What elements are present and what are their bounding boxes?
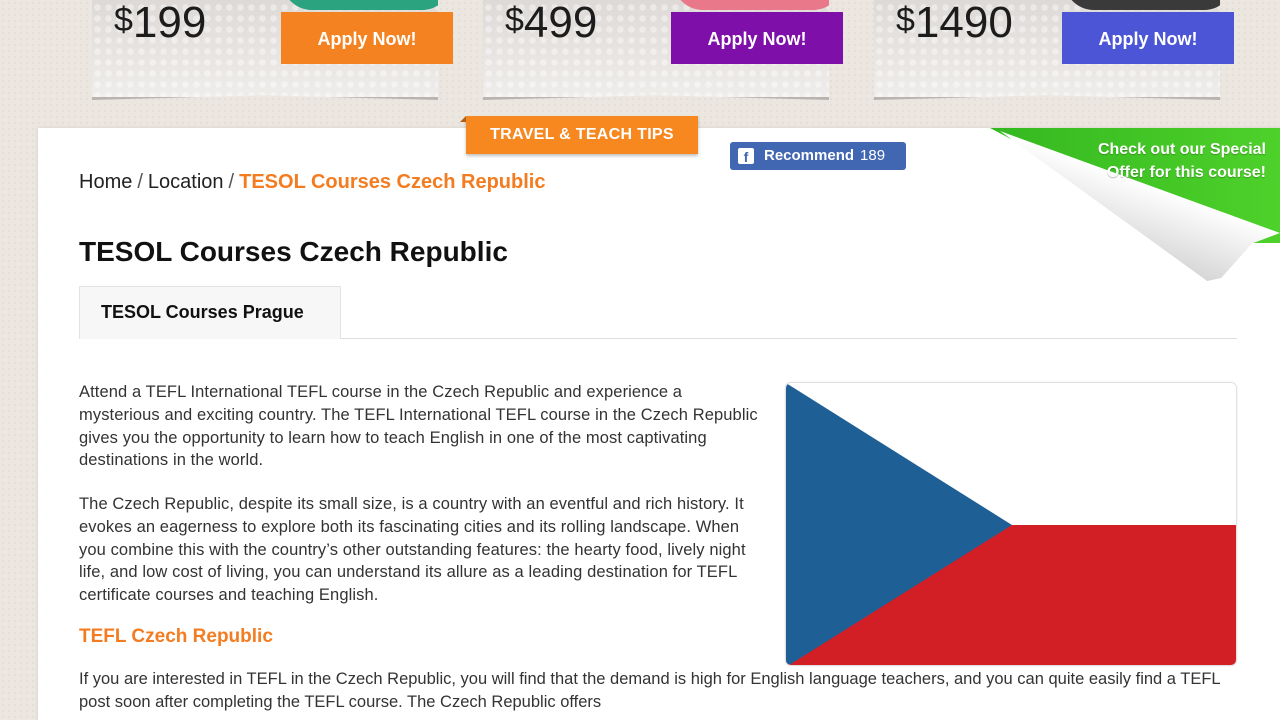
intro-paragraph: Attend a TEFL International TEFL course … bbox=[79, 383, 758, 470]
special-offer-text[interactable]: Check out our Special Offer for this cou… bbox=[1056, 138, 1266, 184]
history-paragraph: The Czech Republic, despite its small si… bbox=[79, 495, 746, 605]
recommend-count: 189 bbox=[860, 147, 886, 164]
price-amount: $1490 bbox=[896, 0, 1013, 47]
facebook-recommend-button[interactable]: f Recommend 189 bbox=[730, 142, 906, 170]
facebook-icon: f bbox=[738, 148, 754, 165]
student-photo bbox=[1064, 0, 1220, 10]
price-amount: $199 bbox=[114, 0, 207, 47]
breadcrumb: Home / Location / TESOL Courses Czech Republ… bbox=[79, 171, 545, 194]
breadcrumb-location-link[interactable]: Location bbox=[148, 171, 224, 193]
student-photo bbox=[673, 0, 829, 10]
breadcrumb-separator: / bbox=[137, 171, 143, 193]
apply-now-button[interactable]: Apply Now! bbox=[671, 12, 843, 64]
tab-tesol-courses-prague[interactable]: TESOL Courses Prague bbox=[79, 286, 341, 339]
czech-flag-icon bbox=[786, 383, 1236, 665]
breadcrumb-separator: / bbox=[228, 171, 235, 193]
demand-paragraph: If you are interested in TEFL in the Cze… bbox=[79, 670, 1220, 711]
content-tabs: TESOL Courses Prague bbox=[79, 286, 1237, 339]
recommend-label: Recommend bbox=[764, 147, 855, 164]
apply-now-button[interactable]: Apply Now! bbox=[281, 12, 453, 64]
travel-teach-tips-tab[interactable]: TRAVEL & TEACH TIPS bbox=[460, 116, 698, 154]
price-amount: $499 bbox=[505, 0, 598, 47]
student-photo bbox=[282, 0, 438, 10]
czech-flag-image bbox=[785, 382, 1237, 666]
apply-now-button[interactable]: Apply Now! bbox=[1062, 12, 1234, 64]
breadcrumb-current: TESOL Courses Czech Republic bbox=[239, 171, 546, 193]
page-title: TESOL Courses Czech Republic bbox=[79, 236, 508, 267]
breadcrumb-home-link[interactable]: Home bbox=[79, 171, 132, 193]
section-heading: TEFL Czech Republic bbox=[79, 626, 273, 647]
